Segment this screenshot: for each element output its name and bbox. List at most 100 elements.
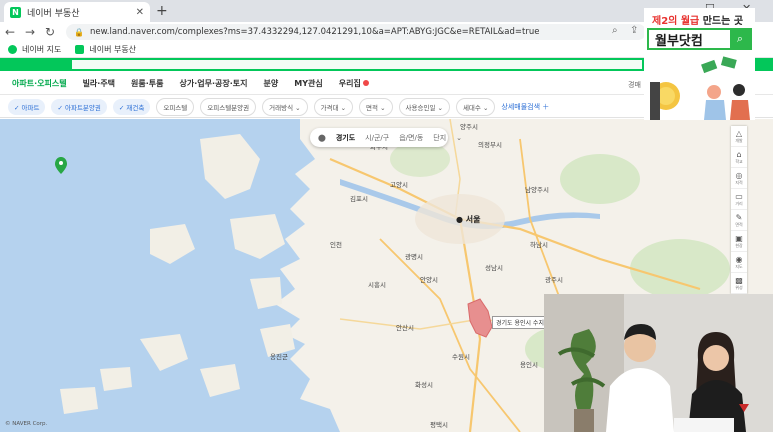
ad-brand: 월부닷컴 — [655, 33, 703, 49]
chip-label: 세대수 — [462, 103, 481, 112]
map-label: 수원시 — [452, 353, 470, 361]
chip-label: 상세매물검색 — [501, 102, 541, 111]
area-icon: ✎ — [735, 212, 743, 222]
ruler-icon: ▭ — [735, 191, 743, 201]
menu-item-my-interest[interactable]: MY관심 — [294, 78, 322, 89]
filter-chip-reconstruction[interactable]: ✓ 재건축 — [112, 98, 151, 115]
filter-chip-apt-presale[interactable]: ✓ 아파트분양권 — [51, 98, 107, 115]
menu-item-oneroom[interactable]: 원룸·투룸 — [131, 78, 163, 89]
site-search-input[interactable] — [72, 60, 642, 69]
map-label: 시흥시 — [368, 281, 386, 289]
layers-icon: ◎ — [735, 170, 743, 180]
menu-item-my-home[interactable]: 우리집 — [339, 78, 369, 89]
map-label: 평택시 — [430, 421, 448, 429]
tool-school[interactable]: ⌂ 학교 — [731, 147, 747, 168]
map-copyright: © NAVER Corp. — [5, 421, 48, 427]
region-district[interactable]: 시/군/구 — [365, 133, 389, 143]
region-province[interactable]: 경기도 — [336, 133, 355, 143]
filter-chip-officetel-presale[interactable]: 오피스텔분양권 — [200, 97, 257, 116]
tool-label: 개발 — [735, 137, 743, 143]
browser-tab[interactable]: N 네이버 부동산 ✕ — [4, 2, 150, 22]
ad-headline-rest: 만드는 곳 — [702, 16, 744, 27]
menu-label: 우리집 — [338, 79, 361, 88]
ad-headline: 제2의 월급 만드는 곳 — [652, 12, 743, 27]
tool-label: 거리 — [735, 200, 743, 206]
ad-banner[interactable]: 제2의 월급 만드는 곳 월부닷컴 ⌕ — [644, 8, 755, 120]
chip-label: 가격대 — [320, 103, 339, 112]
map-label: 성남시 — [485, 264, 503, 272]
chip-label: 재건축 — [126, 103, 145, 112]
ad-headline-red: 제2의 월급 — [652, 16, 700, 27]
map-label: 김포시 — [350, 195, 368, 203]
close-icon[interactable]: ✕ — [136, 7, 144, 18]
map-label: 용인시 — [520, 361, 538, 369]
back-icon[interactable]: ← — [0, 25, 20, 39]
region-town[interactable]: 읍/면/동 — [399, 133, 423, 143]
filter-dropdown-area[interactable]: 면적 ⌄ — [359, 97, 393, 116]
map-label: 안산시 — [396, 324, 414, 332]
map-label: 하남시 — [530, 241, 548, 249]
map-icon — [8, 45, 17, 54]
reload-icon[interactable]: ↻ — [40, 25, 60, 39]
map-label: 남양주시 — [525, 186, 549, 194]
map-label: 광주시 — [545, 276, 563, 284]
tool-map[interactable]: ◉ 지도 — [731, 252, 747, 273]
tool-development[interactable]: △ 개발 — [731, 126, 747, 147]
chip-label: 거래방식 — [269, 103, 294, 112]
naver-favicon-icon: N — [10, 6, 21, 18]
map-label: 양주시 — [460, 123, 478, 131]
chip-label: 아파트 — [21, 103, 40, 112]
menu-item-auction[interactable]: 경매 — [628, 80, 641, 90]
filter-chip-apartment[interactable]: ✓ 아파트 — [8, 98, 46, 115]
pin-icon: ◉ — [735, 254, 743, 264]
tool-label: 현장 — [735, 242, 743, 248]
tool-label: 위성 — [735, 284, 743, 290]
region-selector[interactable]: ⬤ 경기도 시/군/구 읍/면/동 단지 ⌄ — [310, 128, 462, 147]
region-complex[interactable]: 단지 — [433, 133, 446, 143]
forward-icon[interactable]: → — [20, 25, 40, 39]
filter-dropdown-deal-type[interactable]: 거래방식 ⌄ — [262, 97, 308, 116]
tool-label: 면적 — [735, 221, 743, 227]
map-label: 광명시 — [405, 253, 423, 261]
filter-dropdown-price[interactable]: 가격대 ⌄ — [313, 97, 354, 116]
map-label-seoul: ● 서울 — [456, 215, 481, 224]
tool-distance[interactable]: ▭ 거리 — [731, 189, 747, 210]
menu-item-villa[interactable]: 빌라·주택 — [83, 78, 115, 89]
chip-label: 아파트분양권 — [64, 103, 101, 112]
tool-area[interactable]: ✎ 면적 — [731, 210, 747, 231]
map-label: 안양시 — [420, 276, 438, 284]
bookmark-naver-map[interactable]: 네이버 지도 — [8, 44, 61, 55]
new-badge — [362, 80, 369, 86]
tool-site[interactable]: ▣ 현장 — [731, 231, 747, 252]
menu-item-commercial[interactable]: 상가·업무·공장·토지 — [180, 78, 248, 89]
satellite-icon: ▩ — [735, 275, 743, 285]
new-tab-icon[interactable]: + — [156, 3, 168, 19]
filter-dropdown-approval-date[interactable]: 사용승인일 ⌄ — [398, 97, 450, 116]
url-input[interactable]: 🔒 new.land.naver.com/complexes?ms=37.433… — [66, 24, 646, 40]
school-icon: ⌂ — [736, 149, 742, 159]
location-pin-icon: ⬤ — [318, 133, 326, 142]
map-label: 옹진군 — [270, 353, 288, 361]
tab-title: 네이버 부동산 — [27, 8, 80, 19]
filter-dropdown-households[interactable]: 세대수 ⌄ — [455, 97, 496, 116]
detail-search-button[interactable]: 상세매물검색 ＋ — [501, 102, 549, 112]
filter-chip-officetel[interactable]: 오피스텔 — [156, 97, 195, 116]
tool-satellite[interactable]: ▩ 위성 — [731, 273, 747, 294]
map-label: 인천 — [330, 241, 342, 249]
video-overlay — [544, 294, 773, 432]
video-frame — [544, 294, 773, 432]
menu-item-apartment[interactable]: 아파트·오피스텔 — [12, 78, 67, 89]
menu-item-presale[interactable]: 분양 — [264, 78, 279, 89]
tool-label: 학교 — [735, 158, 743, 164]
url-text: new.land.naver.com/complexes?ms=37.43322… — [89, 27, 540, 37]
ad-brand-box: 월부닷컴 ⌕ — [647, 28, 752, 50]
bookmark-naver-land[interactable]: 네이버 부동산 — [75, 44, 136, 55]
map-label: 의정부시 — [478, 141, 502, 149]
tool-cadastral[interactable]: ◎ 지적 — [731, 168, 747, 189]
tool-label: 지적 — [735, 179, 743, 185]
share-icon[interactable]: ⇪ — [630, 25, 638, 36]
map-label: 고양시 — [390, 181, 408, 189]
zoom-icon[interactable]: ⌕ — [612, 25, 618, 36]
map-label: 서울 — [465, 215, 481, 224]
map-label: 화성시 — [415, 381, 433, 389]
